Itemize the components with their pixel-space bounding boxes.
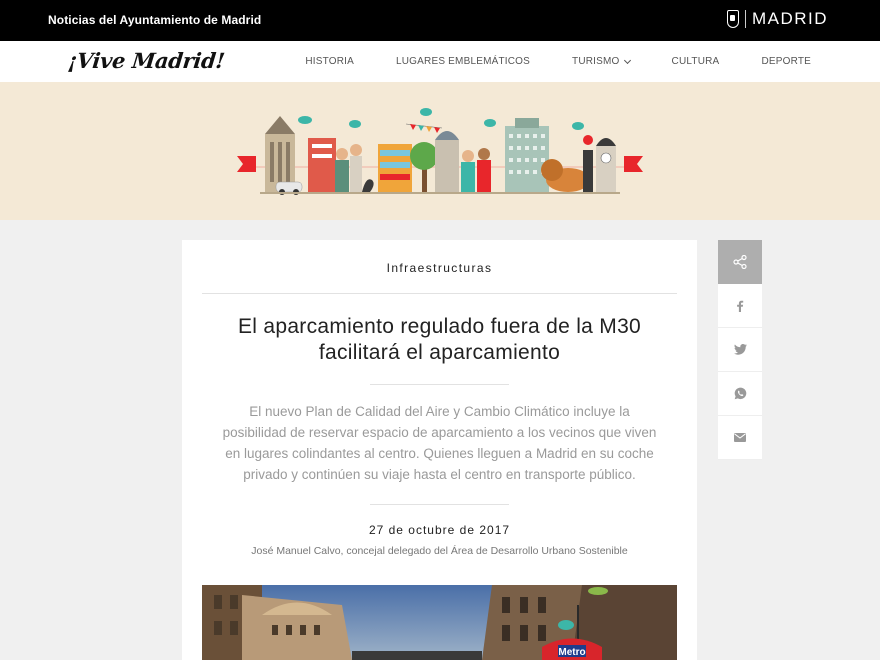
madrid-brand-logo[interactable]: MADRID — [726, 9, 828, 29]
facebook-share-button[interactable] — [718, 284, 762, 328]
article-photo[interactable]: Metro — [202, 585, 677, 660]
category-divider — [202, 293, 677, 294]
email-share-button[interactable] — [718, 416, 762, 460]
twitter-icon — [733, 344, 747, 355]
site-title[interactable]: Noticias del Ayuntamiento de Madrid — [48, 13, 261, 27]
headline-divider — [370, 384, 509, 385]
nav-item-cultura[interactable]: CULTURA — [672, 56, 720, 67]
chevron-down-icon — [623, 56, 631, 64]
facebook-icon — [737, 300, 744, 312]
nav-item-historia[interactable]: HISTORIA — [305, 56, 354, 67]
share-icon — [733, 255, 747, 269]
email-icon — [734, 433, 746, 442]
hero-banner — [0, 82, 880, 220]
metro-sign-text: Metro — [558, 647, 585, 658]
whatsapp-icon — [734, 387, 746, 400]
madrid-skyline-illustration — [237, 108, 643, 195]
nav-item-lugares-emblematicos[interactable]: LUGARES EMBLEMÁTICOS — [396, 56, 530, 67]
nav-menu: HISTORIA LUGARES EMBLEMÁTICOS TURISMO CU… — [305, 41, 811, 82]
twitter-share-button[interactable] — [718, 328, 762, 372]
madrid-crest-icon — [726, 10, 739, 28]
street-photo-illustration: Metro — [202, 585, 677, 660]
article-date: 27 de octubre de 2017 — [368, 523, 511, 537]
top-bar: Noticias del Ayuntamiento de Madrid MADR… — [0, 0, 880, 41]
brand-divider — [744, 10, 746, 28]
main-navigation: ¡Vive Madrid! HISTORIA LUGARES EMBLEMÁTI… — [0, 41, 880, 82]
brand-name: MADRID — [751, 9, 828, 28]
lead-divider — [370, 504, 509, 505]
article-headline: El aparcamiento regulado fuera de la M30… — [237, 315, 642, 364]
nav-item-turismo[interactable]: TURISMO — [572, 56, 631, 67]
article-card: Infraestructuras El aparcamiento regulad… — [182, 240, 697, 660]
nav-item-deporte[interactable]: DEPORTE — [761, 56, 811, 67]
share-button[interactable] — [718, 240, 762, 284]
article-author: José Manuel Calvo, concejal delegado del… — [251, 545, 628, 557]
article-lead: El nuevo Plan de Calidad del Aire y Camb… — [222, 404, 657, 482]
vive-madrid-logo[interactable]: ¡Vive Madrid! — [67, 48, 226, 73]
whatsapp-share-button[interactable] — [718, 372, 762, 416]
share-sidebar — [718, 240, 762, 460]
article-category[interactable]: Infraestructuras — [182, 261, 697, 275]
